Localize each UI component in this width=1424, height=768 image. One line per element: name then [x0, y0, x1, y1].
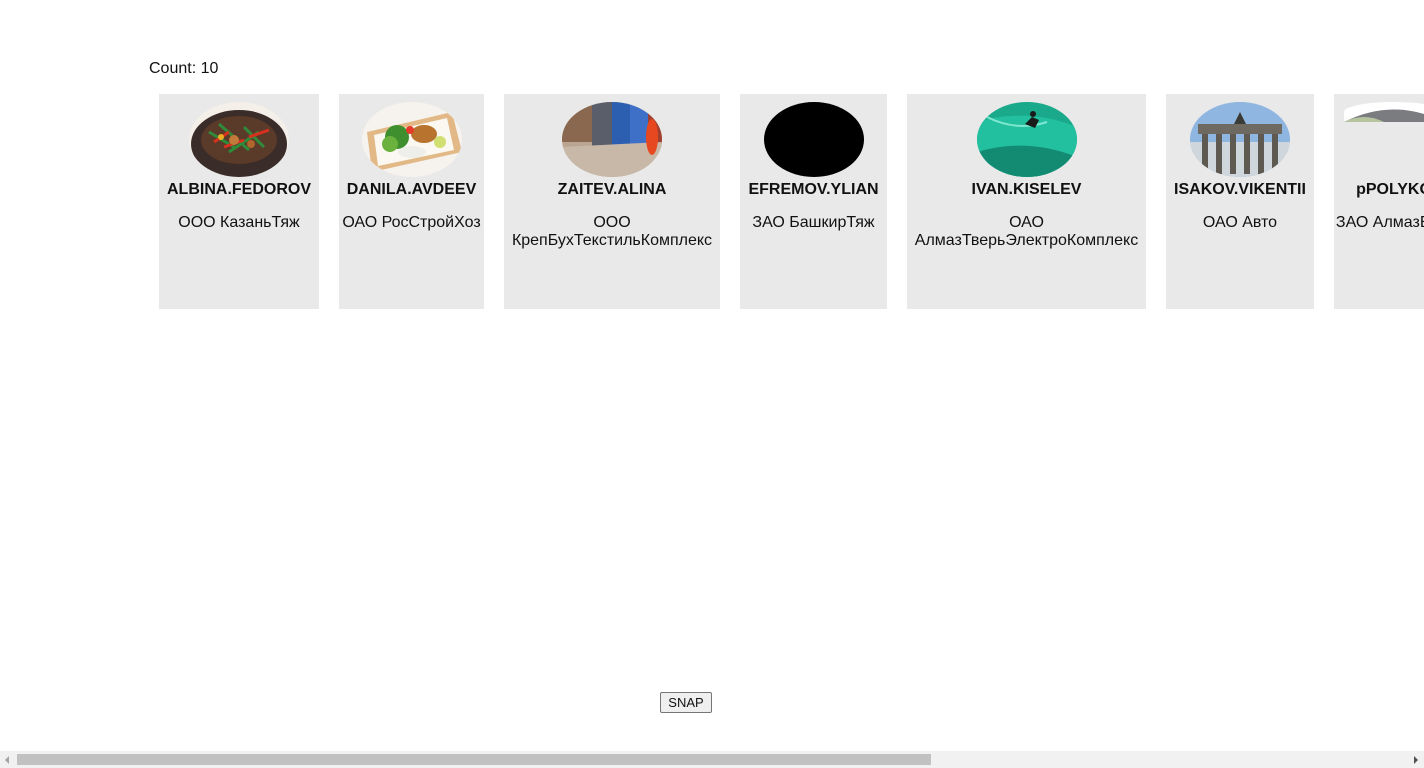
- food-bowl-image: [189, 102, 289, 177]
- user-card[interactable]: ALBINA.FEDOROV ООО КазаньТяж: [159, 94, 319, 309]
- user-card[interactable]: ZAITEV.ALINA ООО КрепБухТекстильКомплекс: [504, 94, 720, 309]
- user-card[interactable]: DANILA.AVDEEV ОАО РосСтройХоз: [339, 94, 484, 309]
- count-label: Count: 10: [149, 60, 219, 77]
- scroll-left-arrow-icon[interactable]: [5, 756, 9, 764]
- card-company: ЗАО БашкирТяж: [752, 214, 875, 231]
- card-company: ОАО Авто: [1202, 214, 1278, 231]
- user-card[interactable]: IVAN.KISELEV ОАО АлмазТверьЭлектроКомпле…: [907, 94, 1146, 309]
- card-username: ISAKOV.VIKENTII: [1174, 181, 1306, 198]
- card-company: ЗАО АлмазБаш: [1335, 214, 1424, 231]
- card-username: IVAN.KISELEV: [971, 181, 1082, 198]
- user-card[interactable]: pPOLYKO ЗАО АлмазБаш: [1334, 94, 1424, 309]
- brandenburg-gate-image: [1190, 102, 1290, 177]
- snap-button[interactable]: SNAP: [660, 692, 712, 713]
- umbrella-image: [1344, 102, 1424, 122]
- user-card[interactable]: ISAKOV.VIKENTII ОАО Авто: [1166, 94, 1314, 309]
- card-username: ALBINA.FEDOROV: [167, 181, 311, 198]
- card-company: ОАО АлмазТверьЭлектроКомплекс: [914, 214, 1139, 249]
- card-username: pPOLYKO: [1356, 181, 1424, 198]
- food-box-image: [361, 102, 462, 177]
- card-username: ZAITEV.ALINA: [557, 181, 667, 198]
- surfer-wave-image: [976, 102, 1077, 177]
- card-company: ООО КрепБухТекстильКомплекс: [511, 214, 713, 249]
- scroll-right-arrow-icon[interactable]: [1414, 756, 1418, 764]
- page: Count: 10 ALBINA.FEDOROV ООО КазаньТяж D…: [0, 0, 1424, 768]
- black-placeholder-image: [763, 102, 864, 177]
- scrollbar-thumb[interactable]: [17, 754, 931, 765]
- card-company: ОАО РосСтройХоз: [342, 214, 481, 231]
- card-username: EFREMOV.YLIAN: [748, 181, 879, 198]
- user-card[interactable]: EFREMOV.YLIAN ЗАО БашкирТяж: [740, 94, 887, 309]
- card-username: DANILA.AVDEEV: [346, 181, 477, 198]
- card-company: ООО КазаньТяж: [178, 214, 300, 231]
- horizontal-scrollbar[interactable]: [0, 751, 1424, 768]
- street-doors-image: [562, 102, 662, 177]
